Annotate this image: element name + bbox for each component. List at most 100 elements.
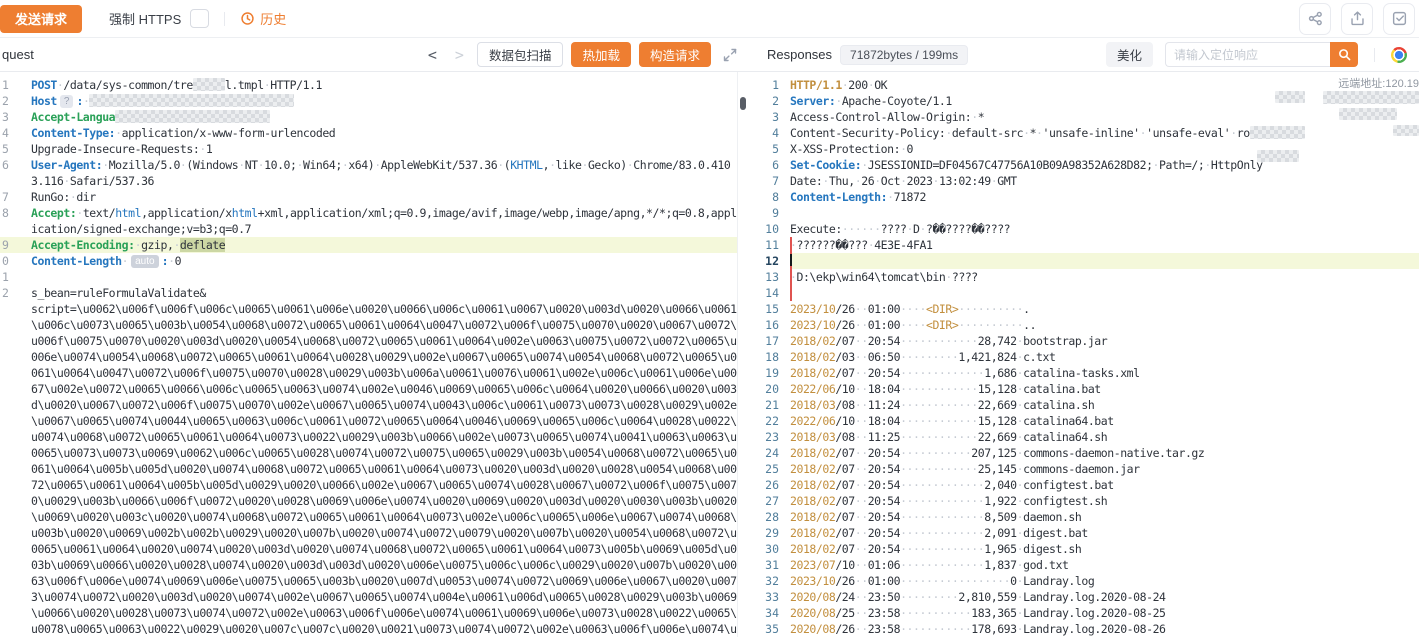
line-number: 24 bbox=[747, 445, 790, 461]
search-button[interactable] bbox=[1330, 42, 1358, 67]
line-number: 1 bbox=[747, 77, 790, 93]
code-line: 8Accept:·text/html,application/xhtml+xml… bbox=[0, 205, 747, 237]
line-number: 33 bbox=[747, 589, 790, 605]
line-number: 16 bbox=[747, 317, 790, 333]
request-editor[interactable]: 1POST·/data/sys-common/trel.tmpl·HTTP/1.… bbox=[0, 77, 747, 637]
expand-icon[interactable] bbox=[723, 48, 737, 62]
line-number: 27 bbox=[747, 493, 790, 509]
line-number: 10 bbox=[747, 221, 790, 237]
code-line: 5Upgrade-Insecure-Requests:·1 bbox=[0, 141, 747, 157]
code-line: 262018/02/07··20:54·············2,040·co… bbox=[747, 477, 1419, 493]
code-line: 222022/06/10··18:04············15,128·ca… bbox=[747, 413, 1419, 429]
code-line: 272018/02/07··20:54·············1,922·co… bbox=[747, 493, 1419, 509]
request-scrollbar[interactable] bbox=[737, 72, 747, 637]
code-line: 182018/02/03··06:50·········1,421,824·c.… bbox=[747, 349, 1419, 365]
response-meta-badge: 71872bytes / 199ms bbox=[840, 45, 968, 65]
line-number: 6 bbox=[747, 157, 790, 173]
search-icon bbox=[1338, 48, 1351, 61]
select-button[interactable] bbox=[1383, 3, 1415, 35]
response-panel-title: Responses bbox=[767, 47, 832, 62]
line-number: 7 bbox=[747, 173, 790, 189]
code-line: 6Set-Cookie:·JSESSIONID=DF04567C47756A10… bbox=[747, 157, 1419, 173]
line-number: 2 bbox=[747, 93, 790, 109]
history-button[interactable]: 历史 bbox=[240, 9, 286, 28]
code-line: 352020/08/26··23:58···········178,693·La… bbox=[747, 621, 1419, 637]
code-line: 312023/07/10··01:06·············1,837·go… bbox=[747, 557, 1419, 573]
line-number: 30 bbox=[747, 541, 790, 557]
code-line: 10Execute:······????·D·?��????��???? bbox=[747, 221, 1419, 237]
code-line: 1HTTP/1.1·200·OK bbox=[747, 77, 1419, 93]
clock-icon bbox=[240, 11, 255, 26]
request-panel-title: quest bbox=[2, 47, 34, 62]
line-number: 9 bbox=[0, 237, 11, 253]
line-number: 28 bbox=[747, 509, 790, 525]
line-number: 23 bbox=[747, 429, 790, 445]
line-number: 17 bbox=[747, 333, 790, 349]
line-number: 0 bbox=[0, 253, 11, 269]
line-number: 15 bbox=[747, 301, 790, 317]
send-request-button[interactable]: 发送请求 bbox=[0, 5, 82, 33]
force-https-label: 强制 HTTPS bbox=[109, 9, 181, 28]
code-line: 12 bbox=[747, 253, 1419, 269]
next-request-button[interactable]: > bbox=[450, 46, 469, 64]
code-line: 2Server:·Apache-Coyote/1.1 bbox=[747, 93, 1419, 109]
line-number: 3 bbox=[747, 109, 790, 125]
response-viewer[interactable]: 1HTTP/1.1·200·OK2Server:·Apache-Coyote/1… bbox=[747, 77, 1419, 637]
packet-scan-button[interactable]: 数据包扫描 bbox=[477, 42, 564, 67]
code-line: 2Host?:· bbox=[0, 93, 747, 109]
code-line: 242018/02/07··20:54···········207,125·co… bbox=[747, 445, 1419, 461]
code-line: 152023/10/26··01:00····<DIR>··········. bbox=[747, 301, 1419, 317]
inline-chip: ? bbox=[60, 95, 74, 108]
hot-reload-button[interactable]: 热加载 bbox=[571, 42, 631, 67]
code-line: 162023/10/26··01:00····<DIR>··········.. bbox=[747, 317, 1419, 333]
code-line: 2s_bean=ruleFormulaValidate&script=\u006… bbox=[0, 285, 747, 637]
line-number: 5 bbox=[0, 141, 11, 157]
line-number: 1 bbox=[0, 269, 11, 285]
code-line: 3Access-Control-Allow-Origin:·* bbox=[747, 109, 1419, 125]
request-panel-header: quest < > 数据包扫描 热加载 构造请求 bbox=[0, 38, 747, 72]
line-number: 4 bbox=[0, 125, 11, 141]
code-line: 5X-XSS-Protection:·0 bbox=[747, 141, 1419, 157]
line-number: 34 bbox=[747, 605, 790, 621]
redacted-mosaic bbox=[89, 94, 294, 107]
redacted-mosaic bbox=[193, 78, 225, 91]
line-number: 32 bbox=[747, 573, 790, 589]
search-input[interactable] bbox=[1165, 42, 1330, 67]
line-number: 20 bbox=[747, 381, 790, 397]
code-line: 9 bbox=[747, 205, 1419, 221]
share-button[interactable] bbox=[1299, 3, 1331, 35]
prev-request-button[interactable]: < bbox=[423, 46, 442, 64]
line-number: 13 bbox=[747, 269, 790, 285]
code-line: 192018/02/07··20:54·············1,686·ca… bbox=[747, 365, 1419, 381]
code-line: 13·D:\ekp\win64\tomcat\bin·???? bbox=[747, 269, 1419, 285]
code-line: 322023/10/26··01:00·················0·La… bbox=[747, 573, 1419, 589]
line-number: 26 bbox=[747, 477, 790, 493]
share-icon bbox=[1307, 10, 1324, 27]
export-button[interactable] bbox=[1341, 3, 1373, 35]
force-https-toggle[interactable]: 强制 HTTPS bbox=[109, 9, 209, 28]
line-number: 22 bbox=[747, 413, 790, 429]
line-number: 29 bbox=[747, 525, 790, 541]
redacted-mosaic bbox=[115, 110, 270, 123]
code-line: 0Content-Length·auto:·0 bbox=[0, 253, 747, 269]
code-line: 282018/02/07··20:54·············8,509·da… bbox=[747, 509, 1419, 525]
code-line: 9Accept-Encoding:·gzip,·deflate bbox=[0, 237, 747, 253]
check-square-icon bbox=[1391, 10, 1408, 27]
chrome-icon[interactable] bbox=[1391, 47, 1407, 63]
line-number: 2 bbox=[0, 285, 11, 637]
line-number: 14 bbox=[747, 285, 790, 301]
force-https-checkbox[interactable] bbox=[190, 9, 209, 28]
code-line: 7Date:·Thu,·26·Oct·2023·13:02:49·GMT bbox=[747, 173, 1419, 189]
code-line: 14 bbox=[747, 285, 1419, 301]
request-editor-body: 1POST·/data/sys-common/trel.tmpl·HTTP/1.… bbox=[0, 72, 747, 637]
code-line: 3Accept-Langua bbox=[0, 109, 747, 125]
code-line: 8Content-Length:·71872 bbox=[747, 189, 1419, 205]
line-number: 9 bbox=[747, 205, 790, 221]
beautify-button[interactable]: 美化 bbox=[1106, 42, 1153, 67]
build-request-button[interactable]: 构造请求 bbox=[639, 42, 711, 67]
line-number: 12 bbox=[747, 253, 790, 269]
line-number: 19 bbox=[747, 365, 790, 381]
line-number: 21 bbox=[747, 397, 790, 413]
request-scrollbar-thumb[interactable] bbox=[740, 97, 746, 110]
line-number: 3 bbox=[0, 109, 11, 125]
